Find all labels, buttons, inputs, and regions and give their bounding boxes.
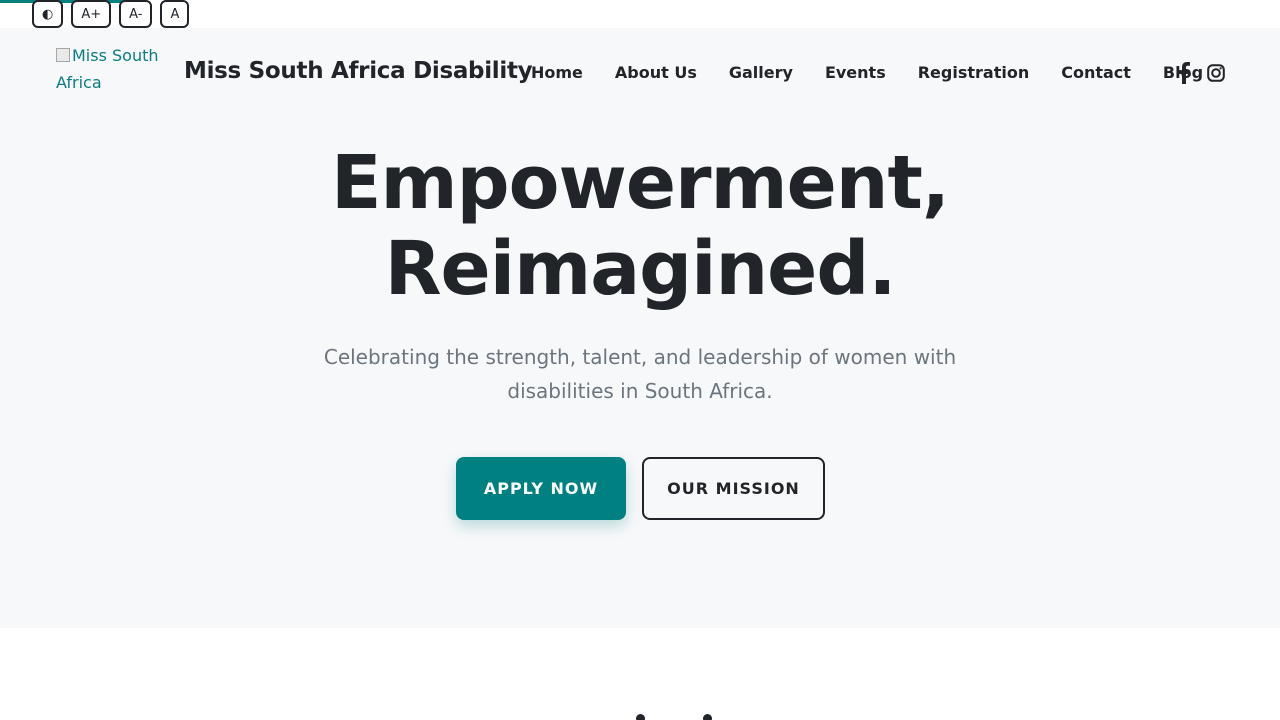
heading-glyph-dot — [636, 714, 645, 720]
site-brand-name: Miss South Africa Disability — [184, 58, 533, 84]
contrast-toggle-button[interactable]: ◐ — [32, 0, 64, 28]
decrease-font-button[interactable]: A- — [119, 0, 153, 28]
next-section-heading-peek — [636, 714, 712, 720]
increase-font-button[interactable]: A+ — [71, 0, 112, 28]
hero-title-line-1: Empowerment, — [331, 140, 950, 226]
our-mission-button[interactable]: OUR MISSION — [642, 457, 825, 520]
hero-subtitle: Celebrating the strength, talent, and le… — [323, 345, 957, 403]
heading-glyph-dot — [703, 714, 712, 720]
hero-actions: APPLY NOW OUR MISSION — [456, 457, 825, 520]
accessibility-toolbar: ◐ A+ A- A — [32, 0, 190, 28]
site-header: Miss South Africa Miss South Africa Disa… — [0, 28, 1280, 95]
instagram-icon[interactable] — [1207, 64, 1225, 82]
hero-section: Empowerment, Reimagined. Celebrating the… — [0, 88, 1280, 628]
reset-font-button[interactable]: A — [160, 0, 190, 28]
apply-now-button[interactable]: APPLY NOW — [456, 457, 626, 520]
facebook-icon[interactable] — [1177, 62, 1191, 84]
social-links — [1177, 62, 1225, 84]
broken-image-icon — [56, 48, 70, 62]
next-section — [0, 628, 1280, 720]
hero-title: Empowerment, Reimagined. — [0, 140, 1280, 312]
logo-alt-text: Miss South Africa — [56, 46, 159, 92]
hero-title-line-2: Reimagined. — [384, 226, 897, 312]
